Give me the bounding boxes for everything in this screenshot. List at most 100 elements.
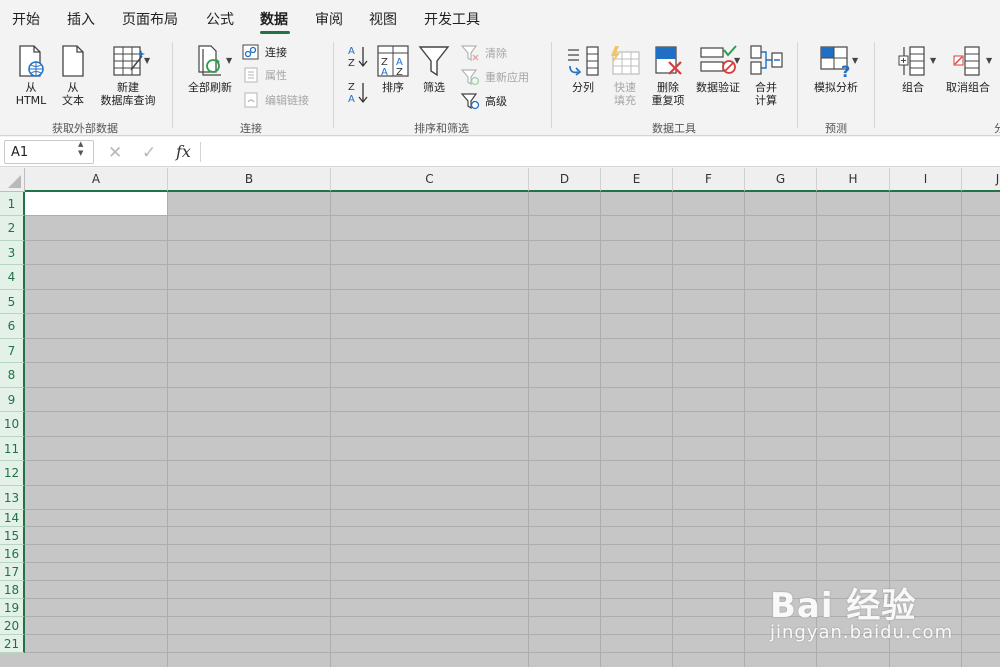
- row-header-4[interactable]: 4: [0, 265, 25, 290]
- row-header-8[interactable]: 8: [0, 363, 25, 388]
- from-html-label: 从 HTML: [15, 81, 47, 107]
- sort-button[interactable]: Z A A Z 排序: [376, 44, 410, 94]
- connections-button[interactable]: 连接: [242, 44, 287, 60]
- consolidate-label: 合并 计算: [755, 81, 777, 107]
- row-header-6[interactable]: 6: [0, 314, 25, 339]
- active-cell-a1[interactable]: [25, 192, 168, 216]
- row-header-2[interactable]: 2: [0, 216, 25, 241]
- row-header-18[interactable]: 18: [0, 581, 25, 599]
- chevron-down-icon[interactable]: ▼: [734, 56, 740, 65]
- row-header-1[interactable]: 1: [0, 192, 25, 216]
- column-header-h[interactable]: H: [817, 168, 890, 192]
- tab-page-layout[interactable]: 页面布局: [122, 9, 178, 29]
- row-header-12[interactable]: 12: [0, 461, 25, 486]
- row-header-16[interactable]: 16: [0, 545, 25, 563]
- flash-fill-button[interactable]: 快速 填充: [606, 44, 644, 107]
- row-header-19[interactable]: 19: [0, 599, 25, 617]
- tab-data[interactable]: 数据: [260, 9, 288, 29]
- column-header-b[interactable]: B: [168, 168, 331, 192]
- row-header-9[interactable]: 9: [0, 388, 25, 412]
- from-text-button[interactable]: 从 文本: [58, 44, 88, 107]
- row-gridline: [25, 264, 1000, 265]
- row-header-17[interactable]: 17: [0, 563, 25, 581]
- connections-icon: [242, 44, 259, 60]
- row-header-11[interactable]: 11: [0, 437, 25, 461]
- column-header-f[interactable]: F: [673, 168, 745, 192]
- remove-duplicates-button[interactable]: 删除 重复项: [648, 44, 688, 107]
- formula-bar-divider: [200, 142, 201, 162]
- what-if-analysis-label: 模拟分析: [814, 81, 858, 94]
- column-header-g[interactable]: G: [745, 168, 817, 192]
- sort-a-to-z-icon: A Z: [348, 46, 368, 69]
- row-header-20[interactable]: 20: [0, 617, 25, 635]
- row-gridline: [25, 240, 1000, 241]
- reapply-filter-button[interactable]: 重新应用: [460, 68, 529, 86]
- consolidate-icon: [750, 45, 783, 75]
- column-header-c[interactable]: C: [331, 168, 529, 192]
- chevron-down-icon[interactable]: ▼: [226, 56, 232, 65]
- name-box-stepper-icon[interactable]: ▲ ▼: [78, 140, 83, 158]
- enter-check-icon[interactable]: ✓: [142, 143, 156, 163]
- column-header-i[interactable]: I: [890, 168, 962, 192]
- properties-label: 属性: [265, 69, 287, 82]
- row-header-5[interactable]: 5: [0, 290, 25, 314]
- row-gridline: [25, 460, 1000, 461]
- tab-formulas[interactable]: 公式: [206, 9, 234, 29]
- column-header-j[interactable]: J: [962, 168, 1000, 192]
- tab-review[interactable]: 审阅: [315, 9, 343, 29]
- row-header-10[interactable]: 10: [0, 412, 25, 437]
- new-database-query-button[interactable]: 新建 数据库查询: [96, 44, 160, 107]
- group-divider: [172, 42, 173, 128]
- ungroup-rows-icon: [953, 46, 980, 76]
- row-header-14[interactable]: 14: [0, 510, 25, 527]
- tab-view[interactable]: 视图: [369, 9, 397, 29]
- formula-input[interactable]: [205, 140, 995, 164]
- chevron-down-icon[interactable]: ▼: [144, 56, 150, 65]
- chevron-down-icon[interactable]: ▼: [852, 56, 858, 65]
- filter-label: 筛选: [423, 81, 445, 94]
- tab-home[interactable]: 开始: [12, 9, 40, 29]
- row-header-3[interactable]: 3: [0, 241, 25, 265]
- filter-button[interactable]: 筛选: [416, 44, 452, 94]
- row-header-7[interactable]: 7: [0, 339, 25, 363]
- what-if-analysis-button[interactable]: ? 模拟分析: [810, 44, 862, 94]
- row-header-15[interactable]: 15: [0, 527, 25, 545]
- row-header-21[interactable]: 21: [0, 635, 25, 653]
- row-header-13[interactable]: 13: [0, 486, 25, 510]
- advanced-filter-icon: [460, 93, 480, 110]
- remove-duplicates-icon: [655, 46, 682, 75]
- ungroup-button[interactable]: 取消组合: [944, 44, 992, 94]
- advanced-filter-button[interactable]: 高级: [460, 92, 507, 110]
- group-button[interactable]: 组合: [892, 44, 934, 94]
- row-gridline: [25, 544, 1000, 545]
- text-to-columns-button[interactable]: 分列: [564, 44, 602, 94]
- clear-filter-button[interactable]: 清除: [460, 44, 507, 62]
- properties-icon: [244, 67, 258, 83]
- data-validation-label: 数据验证: [696, 81, 740, 94]
- chevron-down-icon[interactable]: ▼: [986, 56, 992, 65]
- sort-ascending-button[interactable]: A Z: [346, 44, 375, 70]
- column-header-a[interactable]: A: [25, 168, 168, 192]
- excel-window: 开始 插入 页面布局 公式 数据 审阅 视图 开发工具 从 HTML 从 文本: [0, 0, 1000, 667]
- tab-insert[interactable]: 插入: [67, 9, 95, 29]
- consolidate-button[interactable]: 合并 计算: [748, 44, 784, 107]
- data-validation-button[interactable]: 数据验证: [692, 44, 744, 94]
- refresh-all-button[interactable]: 全部刷新: [184, 44, 236, 94]
- tab-developer[interactable]: 开发工具: [424, 9, 480, 29]
- sort-descending-button[interactable]: Z A: [346, 80, 375, 106]
- column-header-e[interactable]: E: [601, 168, 673, 192]
- properties-button[interactable]: 属性: [242, 67, 287, 83]
- reapply-filter-icon: [460, 69, 480, 86]
- group-label-get-external-data: 获取外部数据: [52, 122, 118, 135]
- insert-function-button[interactable]: fx: [176, 142, 191, 161]
- cancel-icon[interactable]: ✕: [108, 143, 122, 163]
- group-label-connections: 连接: [240, 122, 262, 135]
- clear-filter-label: 清除: [485, 47, 507, 60]
- edit-links-button[interactable]: 编辑链接: [242, 92, 309, 108]
- chevron-down-icon[interactable]: ▼: [930, 56, 936, 65]
- column-header-d[interactable]: D: [529, 168, 601, 192]
- select-all-corner[interactable]: [0, 168, 25, 192]
- watermark-brand: Bai 经验: [770, 586, 917, 626]
- from-html-button[interactable]: 从 HTML: [12, 44, 50, 107]
- ribbon-data: 从 HTML 从 文本 新建 数据库查询 ▼ 获取外部数据 全部刷新 ▼ 连接 …: [0, 36, 1000, 136]
